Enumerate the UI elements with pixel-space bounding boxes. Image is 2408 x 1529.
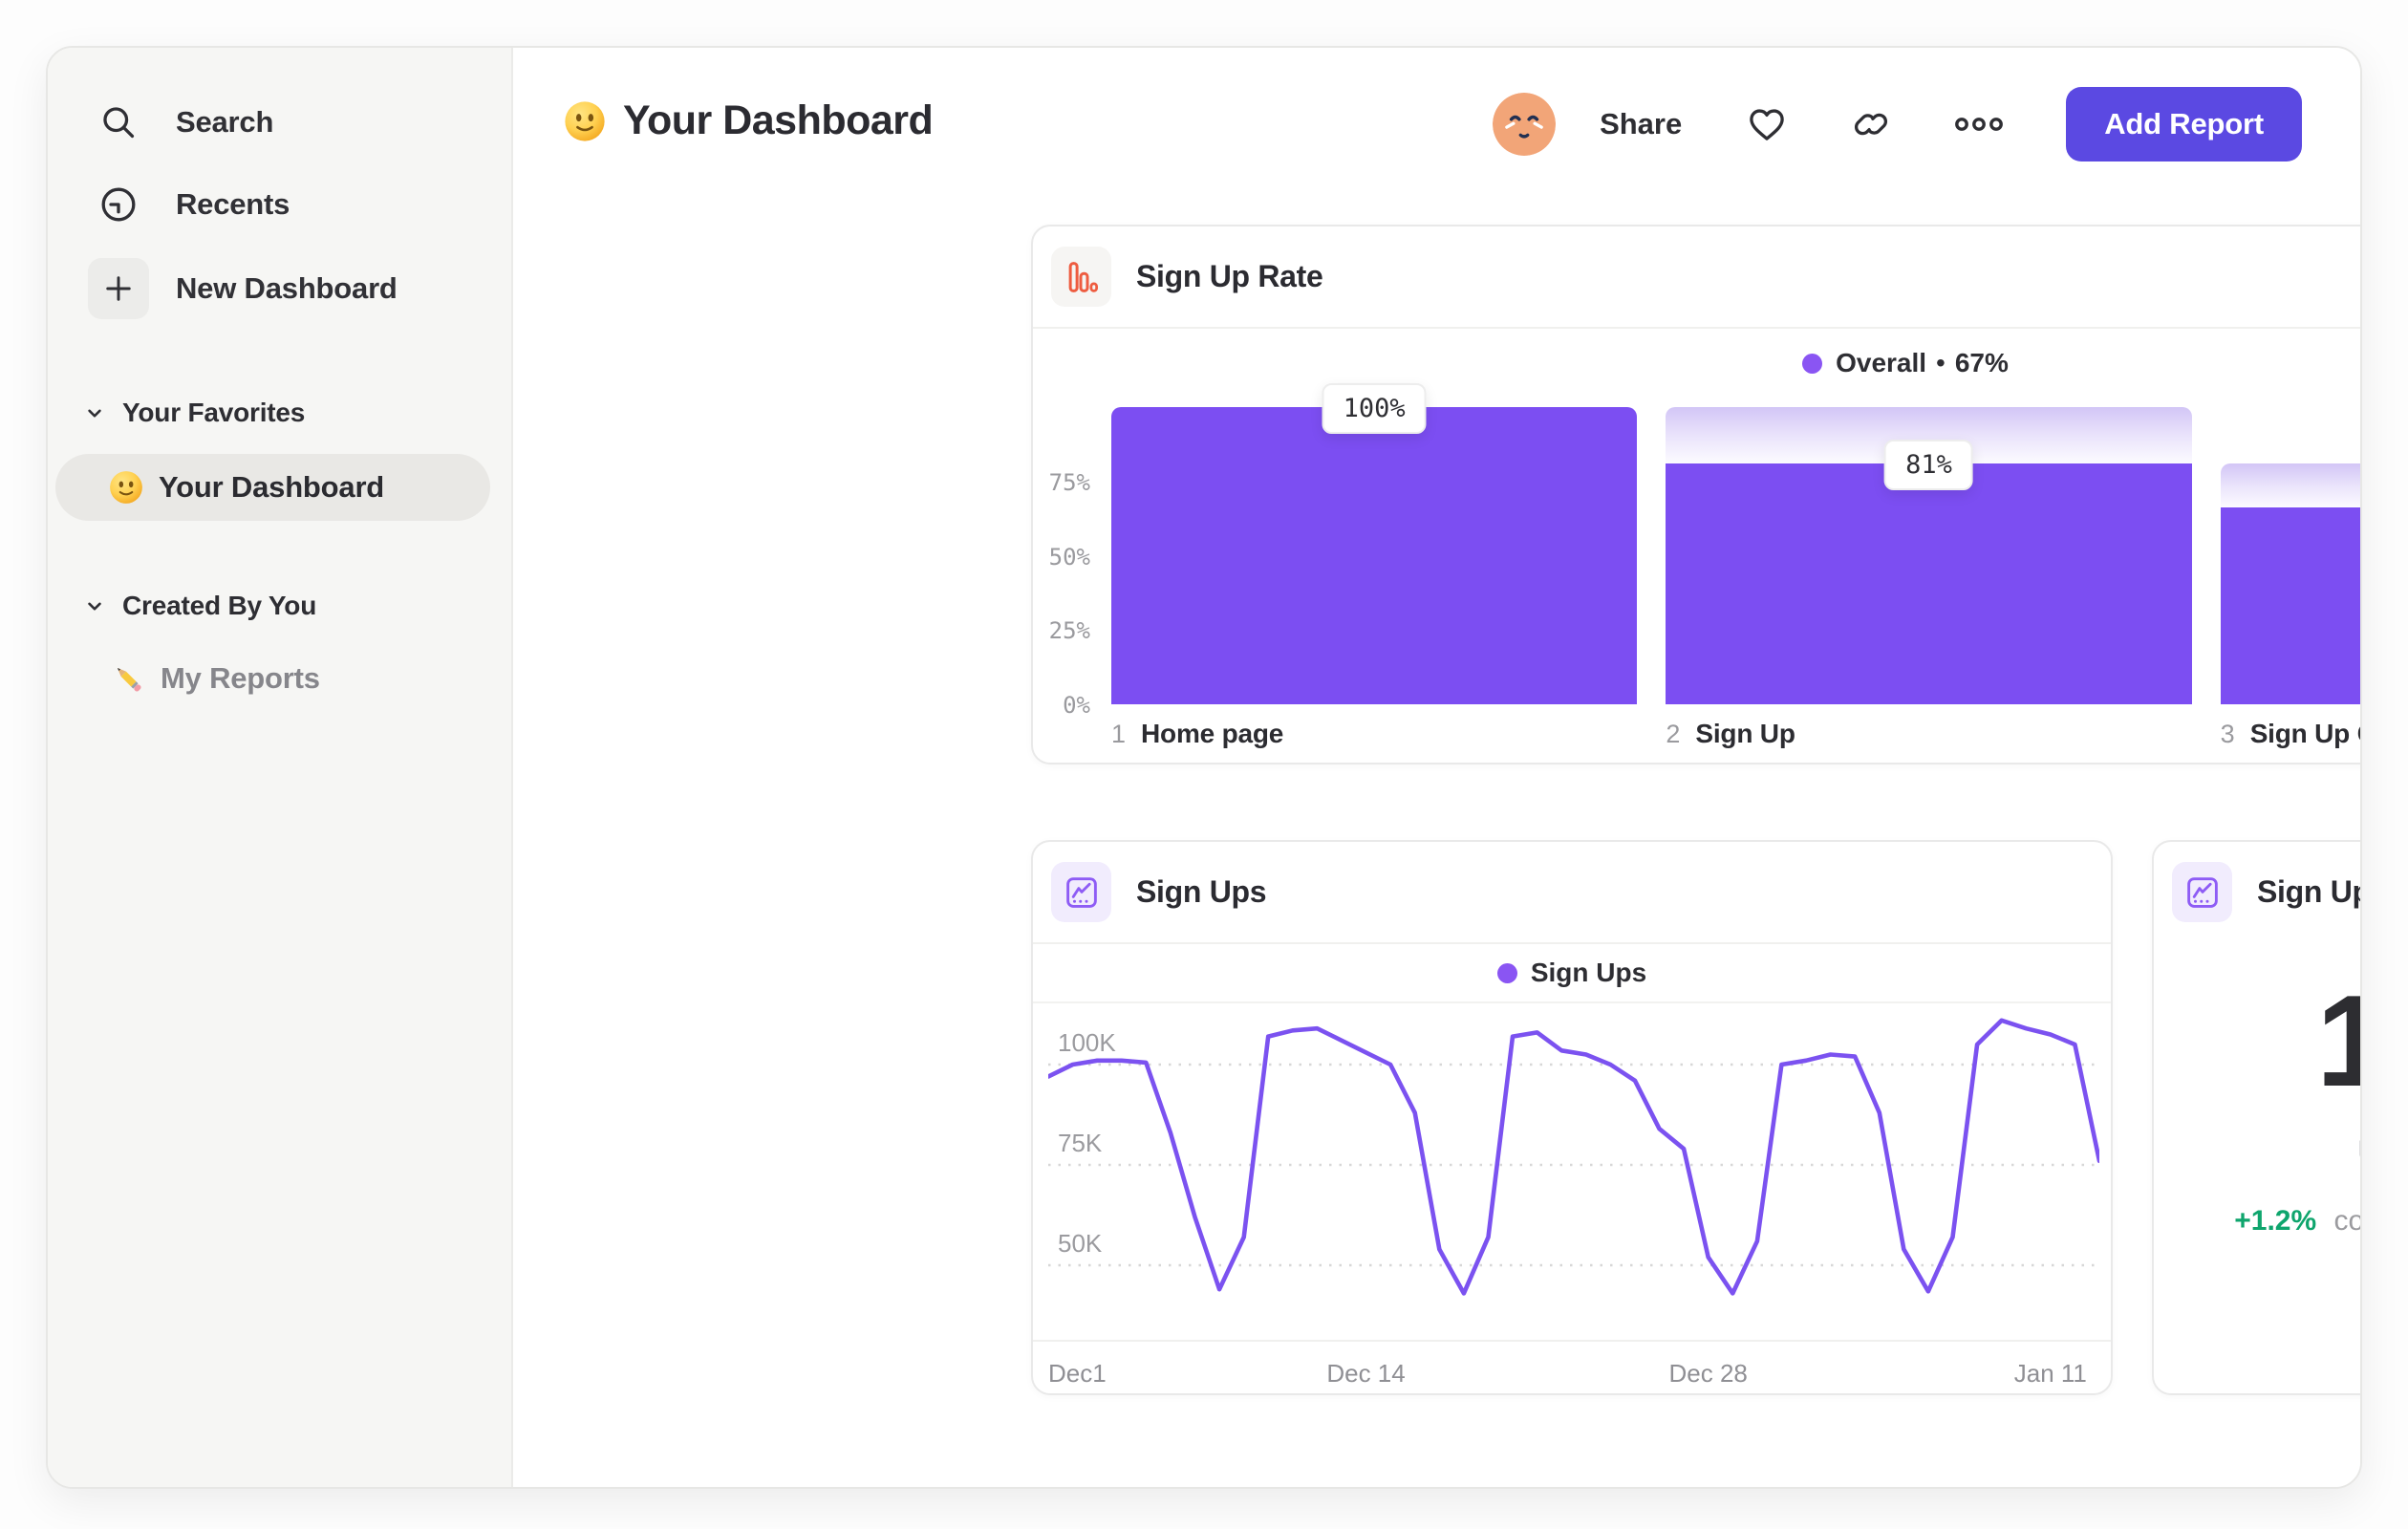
funnel-plot: 100% 81% 82% 75% 50% 25% 0%: [1033, 383, 2360, 719]
stat-body: 100K Unique Users +1.2% compared to prev…: [2154, 976, 2362, 1238]
stat-delta-row: +1.2% compared to previous period: [2154, 1205, 2362, 1238]
section-title: Created By You: [122, 591, 317, 620]
line-x-tick: Dec 28: [1668, 1359, 1748, 1388]
line-legend: Sign Ups: [1033, 944, 2111, 1003]
funnel-bar[interactable]: 81%: [1666, 407, 2192, 704]
sign-ups-card: Sign Ups Sign Ups Dec1 Dec 14 Dec 28 Jan 11…: [1031, 840, 2113, 1395]
funnel-bar-dropoff: [2220, 463, 2360, 507]
legend-value: 67%: [1954, 348, 2009, 377]
divider: [1033, 327, 2360, 329]
stat-value: 100K: [2154, 976, 2360, 1106]
legend-dot: [1496, 962, 1517, 983]
line-y-tick: 75K: [1058, 1129, 1103, 1157]
sidebar-item-search[interactable]: Search: [48, 82, 511, 162]
funnel-bar-solid: [1666, 463, 2192, 704]
sidebar-item-recents[interactable]: Recents: [48, 164, 511, 245]
line-y-tick: 100K: [1058, 1028, 1116, 1057]
card-header: Sign Ups Today: [2154, 842, 2360, 942]
sidebar-item-label: Your Dashboard: [159, 470, 385, 504]
line-chart-icon: [1051, 862, 1111, 922]
line-chart[interactable]: [1045, 1005, 2102, 1340]
sidebar-item-label: My Reports: [161, 661, 320, 695]
smiley-icon: [564, 100, 606, 142]
funnel-y-tick: 0%: [1063, 692, 1090, 719]
card-title: Sign Up Rate: [1136, 259, 1323, 293]
sidebar-item-label: Recents: [176, 187, 290, 221]
funnel-step-labels: 1 Home page 2 Sign Up 3 Sign Up Confirmation: [1111, 719, 2360, 749]
app-window: Search Recents New Dashboard Your Favori…: [46, 46, 2362, 1489]
sidebar-item-your-dashboard[interactable]: Your Dashboard: [55, 454, 490, 521]
copy-link-icon[interactable]: [1852, 105, 1890, 143]
legend-separator: •: [1936, 348, 1946, 377]
sign-ups-today-card: Sign Ups Today 100K Unique Users +1.2% c…: [2152, 840, 2362, 1395]
card-title: Sign Ups Today: [2257, 874, 2360, 909]
funnel-step-label: 1 Home page: [1111, 719, 1637, 749]
clock-icon: [97, 183, 140, 226]
step-number: 3: [2220, 719, 2235, 748]
funnel-bars: 100% 81% 82%: [1111, 383, 2360, 704]
stat-unit-label: Unique Users: [2154, 1134, 2360, 1173]
sidebar-item-label: Search: [176, 105, 274, 139]
step-name: Sign Up: [1695, 719, 1795, 748]
legend-label: Overall: [1836, 348, 1927, 377]
funnel-bar-solid: [1111, 407, 1638, 704]
section-title: Your Favorites: [122, 398, 306, 427]
funnel-value-tooltip: 81%: [1884, 440, 1973, 491]
funnel-bar[interactable]: 82%: [2220, 407, 2360, 704]
bar-chart-icon: [1051, 247, 1111, 307]
funnel-bar-solid: [2220, 506, 2360, 704]
sidebar: Search Recents New Dashboard Your Favori…: [48, 48, 513, 1487]
pencil-icon: [109, 659, 147, 698]
header-actions: Share Add Report: [1493, 86, 2302, 162]
funnel-bar[interactable]: 100%: [1111, 383, 1638, 704]
line-x-tick: Jan 11: [2013, 1359, 2087, 1388]
step-number: 1: [1111, 719, 1127, 748]
chevron-down-icon: [82, 593, 107, 618]
step-number: 2: [1666, 719, 1681, 748]
step-name: Home page: [1141, 719, 1284, 748]
line-y-tick: 50K: [1058, 1229, 1103, 1258]
share-button[interactable]: Share: [1600, 107, 1682, 141]
funnel-step-label: 3 Sign Up Confirmation: [2220, 719, 2360, 749]
card-header: Sign Ups: [1033, 842, 2111, 942]
card-header: Sign Up Rate: [1033, 226, 2360, 327]
line-series: [1045, 1018, 2102, 1296]
sidebar-section-your-favorites[interactable]: Your Favorites: [48, 384, 511, 441]
funnel-y-tick: 25%: [1048, 617, 1090, 645]
funnel-y-tick: 50%: [1048, 543, 1090, 571]
chevron-down-icon: [82, 400, 107, 425]
funnel-legend: Overall • 67%: [1033, 340, 2360, 386]
sidebar-section-created-by-you[interactable]: Created By You: [48, 577, 511, 635]
stat-delta-caption: compared to previous period: [2333, 1205, 2362, 1237]
funnel-y-tick: 75%: [1048, 468, 1090, 496]
page-header: Your Dashboard Share Add Report: [513, 48, 2360, 201]
favorite-heart-icon[interactable]: [1745, 102, 1789, 146]
sign-up-rate-card: Sign Up Rate Overall • 67% 100% 81% 82% 75…: [1031, 225, 2360, 764]
legend-dot: [1802, 353, 1823, 374]
stat-delta: +1.2%: [2234, 1205, 2317, 1237]
line-x-tick: Dec 14: [1326, 1359, 1406, 1388]
smiley-icon: [109, 470, 143, 505]
plus-icon: [88, 258, 149, 319]
main-content: Your Dashboard Share Add Report Sign Up …: [513, 48, 2360, 1487]
legend-label: Sign Ups: [1530, 958, 1647, 987]
sidebar-item-my-reports[interactable]: My Reports: [48, 648, 511, 709]
funnel-value-tooltip: 100%: [1322, 383, 1427, 434]
page-title: Your Dashboard: [564, 97, 934, 144]
funnel-step-label: 2 Sign Up: [1666, 719, 2191, 749]
line-x-tick: Dec1: [1048, 1359, 1107, 1388]
card-title: Sign Ups: [1136, 874, 1267, 909]
step-name: Sign Up Confirmation: [2249, 719, 2360, 748]
more-options-icon[interactable]: [1953, 114, 2005, 135]
avatar[interactable]: [1493, 93, 1557, 156]
sidebar-item-new-dashboard[interactable]: New Dashboard: [48, 250, 511, 327]
line-plot: [1045, 1005, 2102, 1340]
line-chart-icon: [2172, 862, 2232, 922]
line-x-axis: Dec1 Dec 14 Dec 28 Jan 11: [1033, 1340, 2111, 1397]
sidebar-item-label: New Dashboard: [176, 271, 398, 305]
add-report-button[interactable]: Add Report: [2066, 87, 2302, 162]
search-icon: [97, 101, 140, 143]
